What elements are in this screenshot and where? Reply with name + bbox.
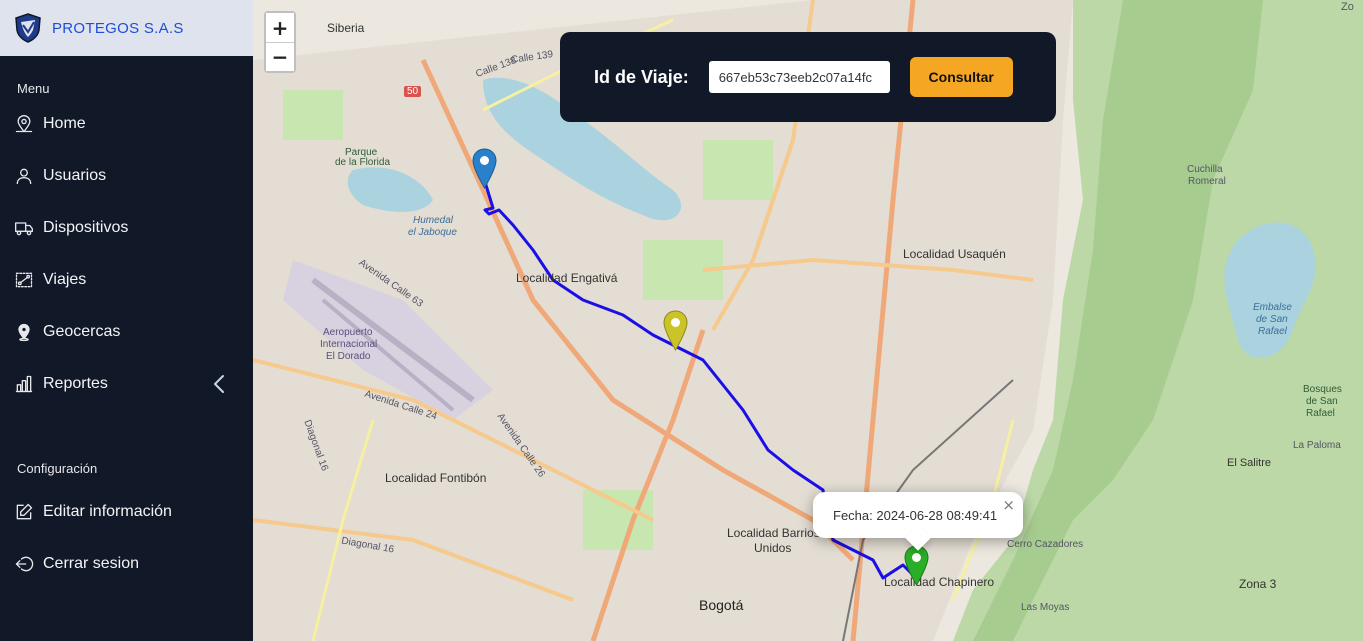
nav-label-home: Home — [43, 115, 86, 132]
label-siberia: Siberia — [327, 21, 365, 35]
popup-close-button[interactable]: × — [1002, 496, 1015, 514]
label-zona-3: Zona 3 — [1239, 577, 1277, 591]
chevron-left-icon[interactable] — [209, 374, 229, 394]
logout-icon — [15, 556, 34, 572]
label-aeropuerto: Aeropuerto — [323, 327, 373, 338]
label-rafael-b: Rafael — [1306, 408, 1335, 419]
label-jaboque: el Jaboque — [408, 227, 457, 238]
zoom-out-button[interactable]: − — [266, 42, 294, 71]
label-localidad-engativa: Localidad Engativá — [516, 271, 618, 285]
shield-logo-icon — [15, 13, 41, 43]
label-de-san-a: de San — [1256, 314, 1288, 325]
label-zo: Zo — [1341, 1, 1354, 13]
label-rafael-a: Rafael — [1258, 326, 1287, 337]
label-bogota: Bogotá — [699, 597, 744, 613]
nav-label-geocercas: Geocercas — [43, 323, 121, 340]
zoom-control: + − — [264, 11, 296, 73]
label-la-paloma: La Paloma — [1293, 440, 1341, 451]
label-cuchilla: Cuchilla — [1187, 164, 1223, 175]
trip-query-panel: Id de Viaje: Consultar — [560, 32, 1056, 122]
bar-chart-icon — [15, 375, 33, 393]
trip-map[interactable]: Siberia Calle 138 Calle 139 50 Parque de… — [253, 0, 1363, 641]
nav-item-home[interactable]: Home — [0, 98, 253, 150]
start-marker-blue-icon[interactable] — [472, 148, 497, 189]
popup-date-text: Fecha: 2024-06-28 08:49:41 — [833, 507, 998, 523]
label-internacional: Internacional — [320, 339, 378, 350]
label-de-san-b: de San — [1306, 396, 1338, 407]
nav-label-reportes: Reportes — [43, 375, 108, 392]
nav-label-usuarios: Usuarios — [43, 167, 107, 184]
label-localidad-barrios: Localidad Barrios — [727, 526, 820, 540]
truck-icon — [15, 222, 33, 236]
waypoint-marker-yellow-icon[interactable] — [663, 310, 688, 351]
label-el-dorado: El Dorado — [326, 351, 371, 362]
label-localidad-chapinero: Localidad Chapinero — [884, 575, 995, 589]
map-pin-icon — [15, 115, 33, 133]
nav-item-reportes[interactable]: Reportes — [0, 358, 253, 410]
label-route-50: 50 — [404, 86, 422, 97]
trip-id-label: Id de Viaje: — [594, 66, 689, 87]
label-el-salitre: El Salitre — [1227, 457, 1272, 469]
label-cerro-cazadores: Cerro Cazadores — [1007, 539, 1084, 550]
consultar-button[interactable]: Consultar — [909, 57, 1013, 97]
nav-item-viajes[interactable]: Viajes — [0, 254, 253, 306]
label-romeral: Romeral — [1188, 176, 1226, 187]
edit-icon — [16, 503, 33, 520]
nav-item-dispositivos[interactable]: Dispositivos — [0, 202, 253, 254]
main-nav: Home Usuarios Dispositivos Viajes Geocer… — [0, 98, 253, 410]
label-unidos: Unidos — [754, 541, 792, 555]
label-localidad-fontibon: Localidad Fontibón — [385, 471, 487, 485]
sidebar: PROTEGOS S.A.S Menu Home Usuarios Dispos… — [0, 0, 253, 641]
label-las-moyas: Las Moyas — [1021, 602, 1070, 613]
nav-item-editar-informacion[interactable]: Editar información — [0, 486, 253, 538]
label-humedal: Humedal — [413, 215, 454, 226]
nav-item-cerrar-sesion[interactable]: Cerrar sesion — [0, 538, 253, 590]
end-marker-green-icon[interactable] — [904, 545, 929, 586]
user-icon — [16, 168, 32, 185]
nav-label-dispositivos: Dispositivos — [43, 219, 129, 236]
nav-item-usuarios[interactable]: Usuarios — [0, 150, 253, 202]
nav-label-editar-informacion: Editar información — [43, 503, 172, 520]
label-bosques: Bosques — [1303, 384, 1342, 395]
menu-section-label: Menu — [17, 81, 50, 96]
config-section-label: Configuración — [17, 461, 98, 476]
label-localidad-usaquen: Localidad Usaquén — [903, 247, 1006, 261]
trip-id-input[interactable] — [708, 61, 890, 93]
nav-item-geocercas[interactable]: Geocercas — [0, 306, 253, 358]
brand-name: PROTEGOS S.A.S — [52, 19, 184, 37]
marker-popup: Fecha: 2024-06-28 08:49:41 × — [813, 492, 1023, 551]
location-icon — [18, 323, 30, 342]
label-embalse: Embalse — [1253, 302, 1292, 313]
zoom-in-button[interactable]: + — [266, 13, 294, 42]
config-nav: Editar información Cerrar sesion — [0, 486, 253, 590]
route-icon — [15, 272, 33, 288]
label-florida: de la Florida — [335, 157, 391, 168]
nav-label-viajes: Viajes — [43, 271, 87, 288]
brand-header[interactable]: PROTEGOS S.A.S — [0, 0, 253, 56]
nav-label-cerrar-sesion: Cerrar sesion — [43, 555, 140, 572]
